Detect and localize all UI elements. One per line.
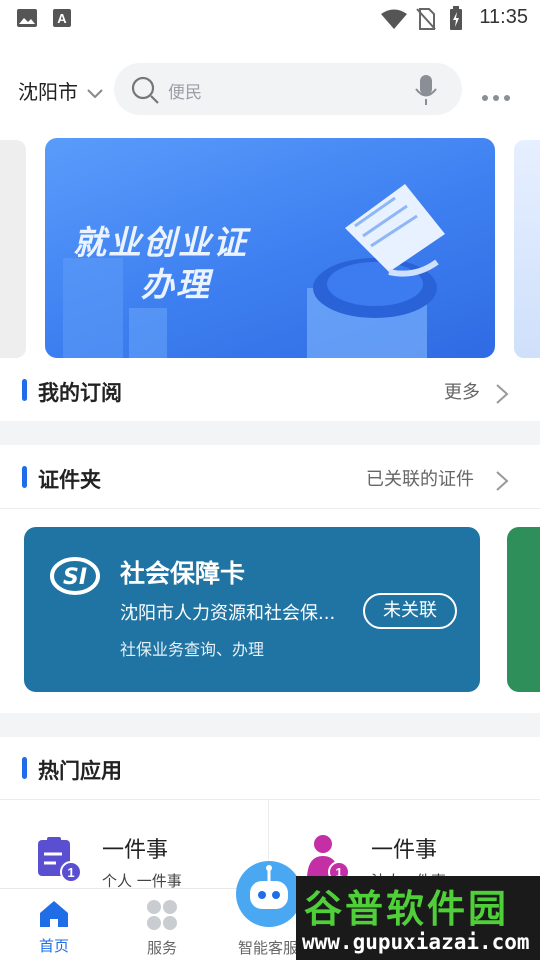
city-selector[interactable]: 沈阳市 <box>18 76 104 105</box>
tab-label: 首页 <box>38 937 69 955</box>
app-item-legal-person[interactable]: 1 一件事 法人一件事 <box>269 800 540 890</box>
subscription-title: 我的订阅 <box>38 381 122 405</box>
svg-text:A: A <box>57 11 67 26</box>
microphone-icon[interactable] <box>414 74 438 106</box>
banner-prev-peek[interactable] <box>0 140 26 358</box>
dot-icon <box>504 95 510 101</box>
more-label: 更多 <box>444 382 480 403</box>
search-bar[interactable]: 便民 <box>114 63 462 115</box>
section-gap <box>0 713 540 737</box>
divider <box>0 508 540 509</box>
font-icon: A <box>53 9 71 27</box>
search-input[interactable]: 便民 <box>168 78 202 103</box>
section-accent-bar <box>22 379 27 401</box>
image-icon <box>17 9 37 27</box>
chevron-right-icon <box>496 383 509 404</box>
banner-title-line2: 办理 <box>141 265 211 304</box>
more-menu-button[interactable] <box>482 86 515 105</box>
dot-icon <box>493 95 499 101</box>
banner-title-line1: 就业创业证 <box>73 223 248 262</box>
search-icon <box>131 76 159 104</box>
si-logo-icon: SI <box>50 557 100 595</box>
tab-home[interactable]: 首页 <box>14 889 94 961</box>
tab-label: 服务 <box>146 939 177 957</box>
home-icon <box>40 901 68 927</box>
robot-icon <box>236 861 302 927</box>
no-sim-icon <box>416 8 436 30</box>
next-card-peek[interactable] <box>507 527 540 692</box>
section-gap <box>0 421 540 445</box>
subscription-more-link[interactable]: 更多 <box>444 378 511 405</box>
chevron-right-icon <box>496 470 509 491</box>
grid-icon <box>147 900 177 930</box>
link-card-button[interactable]: 未关联 <box>363 593 457 629</box>
banner-carousel-slide[interactable]: 就业创业证 办理 <box>45 138 495 358</box>
city-label: 沈阳市 <box>18 80 78 104</box>
battery-charging-icon <box>450 6 462 30</box>
status-bar: A 11:35 <box>0 0 540 40</box>
clipboard-icon: 1 <box>38 837 82 883</box>
tab-services[interactable]: 服务 <box>122 889 202 961</box>
linked-label: 已关联的证件 <box>366 469 474 490</box>
wifi-icon <box>381 9 407 29</box>
dot-icon <box>482 95 488 101</box>
app-title: 一件事 <box>371 838 438 863</box>
watermark-title: 谷普软件园 <box>304 887 510 931</box>
wallet-title: 证件夹 <box>38 468 101 492</box>
card-title: 社会保障卡 <box>120 559 246 588</box>
section-accent-bar <box>22 466 27 488</box>
status-time: 11:35 <box>479 6 528 28</box>
linked-certificates-link[interactable]: 已关联的证件 <box>366 465 511 492</box>
card-organization: 沈阳市人力资源和社会保... <box>120 603 336 624</box>
watermark-url: www.gupuxiazai.com <box>302 930 530 954</box>
app-title: 一件事 <box>102 838 169 863</box>
hot-apps-title: 热门应用 <box>38 759 122 783</box>
chevron-down-icon <box>87 88 104 98</box>
app-badge: 1 <box>67 865 74 880</box>
watermark-logo: 谷普软件园 www.gupuxiazai.com <box>296 876 540 960</box>
si-logo-text: SI <box>63 565 87 590</box>
banner-next-peek[interactable] <box>514 140 540 358</box>
social-security-card[interactable]: SI 社会保障卡 沈阳市人力资源和社会保... 未关联 社保业务查询、办理 <box>24 527 480 692</box>
section-accent-bar <box>22 757 27 779</box>
card-description: 社保业务查询、办理 <box>120 640 265 659</box>
